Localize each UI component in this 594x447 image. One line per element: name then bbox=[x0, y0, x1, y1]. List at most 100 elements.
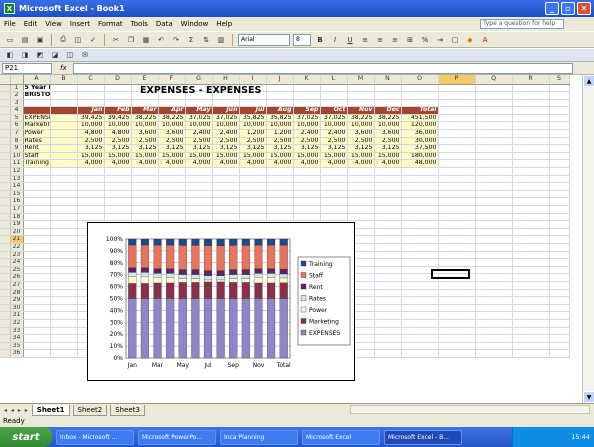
row-label-cell[interactable]: Training bbox=[23, 159, 51, 169]
cell[interactable] bbox=[212, 197, 240, 206]
cell[interactable] bbox=[23, 190, 51, 199]
column-header-h[interactable]: H bbox=[212, 75, 240, 85]
cell[interactable] bbox=[23, 304, 51, 313]
cell[interactable] bbox=[549, 235, 570, 244]
month-header-cell[interactable]: Oct bbox=[320, 106, 348, 115]
cell[interactable] bbox=[512, 251, 550, 260]
cell[interactable] bbox=[475, 213, 513, 222]
outline-gutter[interactable] bbox=[0, 137, 11, 146]
cell[interactable] bbox=[549, 205, 570, 214]
bar-segment[interactable] bbox=[128, 272, 137, 277]
paste-icon[interactable]: ▦ bbox=[140, 34, 152, 46]
cell[interactable] bbox=[374, 311, 402, 320]
cell[interactable] bbox=[549, 114, 570, 123]
cell[interactable] bbox=[374, 205, 402, 214]
cell[interactable] bbox=[320, 167, 348, 176]
cell[interactable] bbox=[438, 213, 476, 222]
bar-segment[interactable] bbox=[267, 268, 276, 274]
cell[interactable] bbox=[512, 289, 550, 298]
column-header-q[interactable]: Q bbox=[475, 75, 513, 85]
cell[interactable] bbox=[266, 182, 294, 191]
cell[interactable] bbox=[475, 84, 513, 93]
font-size-select[interactable]: 8 bbox=[293, 33, 311, 46]
cell[interactable] bbox=[512, 304, 550, 313]
reject-icon[interactable]: ◫ bbox=[64, 49, 76, 61]
cell[interactable] bbox=[50, 334, 78, 343]
outline-gutter[interactable] bbox=[0, 159, 11, 169]
value-cell[interactable]: 4,000 bbox=[212, 159, 240, 169]
bar-segment[interactable] bbox=[229, 278, 238, 283]
cell[interactable] bbox=[266, 91, 294, 100]
cell[interactable] bbox=[293, 167, 321, 176]
outline-gutter[interactable] bbox=[0, 91, 11, 100]
cell[interactable] bbox=[50, 273, 78, 282]
value-cell[interactable]: 2,500 bbox=[212, 137, 240, 146]
cell[interactable] bbox=[77, 205, 105, 214]
cell[interactable] bbox=[512, 99, 550, 108]
bar-segment[interactable] bbox=[166, 238, 175, 246]
row-header[interactable]: 8 bbox=[10, 137, 24, 146]
cell[interactable] bbox=[104, 167, 132, 176]
cell[interactable] bbox=[549, 342, 570, 351]
cell[interactable] bbox=[131, 99, 159, 108]
cell[interactable] bbox=[549, 84, 570, 93]
cell[interactable] bbox=[104, 175, 132, 184]
align-left-icon[interactable]: ≡ bbox=[359, 34, 371, 46]
cell[interactable] bbox=[475, 296, 513, 305]
row-header[interactable]: 30 bbox=[10, 304, 24, 313]
cell[interactable] bbox=[438, 334, 476, 343]
outline-gutter[interactable] bbox=[0, 349, 11, 358]
cell[interactable] bbox=[266, 197, 294, 206]
task-excel[interactable]: Microsoft Excel bbox=[302, 429, 380, 445]
cell[interactable] bbox=[475, 235, 513, 244]
scroll-down-icon[interactable]: ▼ bbox=[583, 391, 594, 403]
cell[interactable] bbox=[212, 175, 240, 184]
cell[interactable] bbox=[293, 213, 321, 222]
bar-segment[interactable] bbox=[140, 272, 149, 277]
print-icon[interactable]: ⎙ bbox=[57, 34, 69, 46]
cell[interactable] bbox=[23, 167, 51, 176]
bar-segment[interactable] bbox=[241, 269, 250, 275]
cell[interactable] bbox=[374, 289, 402, 298]
cell[interactable] bbox=[158, 190, 186, 199]
bar-segment[interactable] bbox=[178, 245, 187, 270]
value-cell[interactable]: 3,125 bbox=[77, 144, 105, 153]
bar-segment[interactable] bbox=[153, 268, 162, 274]
bar-segment[interactable] bbox=[216, 281, 225, 299]
cell[interactable] bbox=[401, 99, 439, 108]
row-header[interactable]: 9 bbox=[10, 144, 24, 153]
value-cell[interactable]: 39,425 bbox=[77, 114, 105, 123]
cell[interactable] bbox=[438, 281, 476, 290]
tab-sheet2[interactable]: Sheet2 bbox=[72, 404, 108, 416]
cell[interactable] bbox=[549, 251, 570, 260]
cell[interactable] bbox=[512, 84, 550, 93]
value-cell[interactable]: 451,500 bbox=[401, 114, 439, 123]
cell[interactable] bbox=[23, 258, 51, 267]
cell[interactable] bbox=[77, 175, 105, 184]
cell[interactable] bbox=[374, 281, 402, 290]
row-header[interactable]: 24 bbox=[10, 258, 24, 267]
cell[interactable] bbox=[512, 137, 550, 146]
cell[interactable] bbox=[347, 99, 375, 108]
cell[interactable] bbox=[475, 327, 513, 336]
cell[interactable] bbox=[320, 175, 348, 184]
cell[interactable] bbox=[401, 319, 439, 328]
value-cell[interactable]: 4,000 bbox=[320, 159, 348, 169]
borders-icon[interactable]: ▢ bbox=[449, 34, 461, 46]
font-color-icon[interactable]: A bbox=[479, 34, 491, 46]
value-cell[interactable]: 1,200 bbox=[239, 129, 267, 138]
cell[interactable] bbox=[549, 349, 570, 358]
cell[interactable] bbox=[185, 213, 213, 222]
cell[interactable] bbox=[401, 197, 439, 206]
cell[interactable] bbox=[293, 84, 321, 93]
cell[interactable] bbox=[549, 144, 570, 153]
cell[interactable] bbox=[266, 205, 294, 214]
cell[interactable] bbox=[374, 220, 402, 229]
value-cell[interactable]: 10,000 bbox=[131, 121, 159, 131]
outline-gutter[interactable] bbox=[0, 84, 11, 93]
bar-segment[interactable] bbox=[241, 278, 250, 283]
cell[interactable] bbox=[158, 197, 186, 206]
cell[interactable] bbox=[239, 167, 267, 176]
cell-a1[interactable]: 5 Year Plan bbox=[23, 84, 51, 93]
cell[interactable] bbox=[185, 175, 213, 184]
